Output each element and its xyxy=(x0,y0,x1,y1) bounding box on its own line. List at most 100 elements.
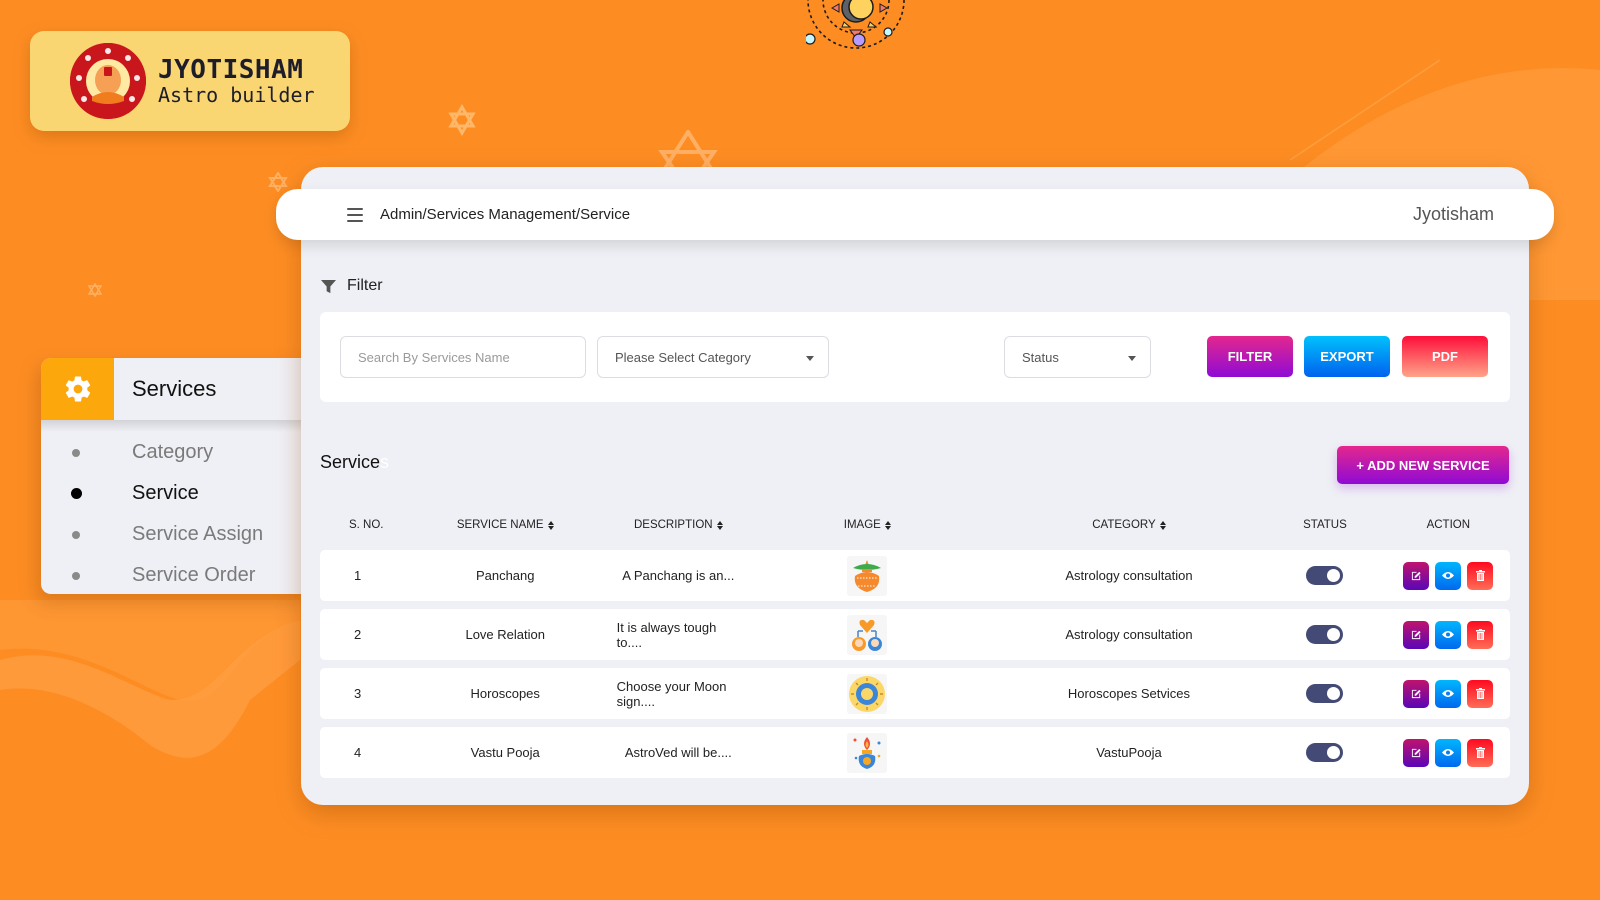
top-bar: Admin/Services Management/Service Jyotis… xyxy=(276,189,1554,240)
eye-icon xyxy=(1442,572,1455,579)
bullet-icon xyxy=(72,530,80,539)
edit-button[interactable] xyxy=(1403,679,1430,708)
trash-icon xyxy=(1475,570,1485,581)
user-name[interactable]: Jyotisham xyxy=(1413,204,1494,225)
column-header-action: ACTION xyxy=(1426,519,1471,531)
add-new-service-button[interactable]: + ADD NEW SERVICE xyxy=(1337,446,1509,484)
column-header-sno: S. NO. xyxy=(349,519,384,531)
cell-category: Astrology consultation xyxy=(1065,627,1193,642)
star-decoration xyxy=(88,283,102,297)
category-select[interactable]: Please Select Category xyxy=(597,336,829,378)
sidebar-item-label: Service Assign xyxy=(132,523,264,545)
status-toggle[interactable] xyxy=(1306,743,1344,762)
eye-icon xyxy=(1442,749,1455,756)
view-button[interactable] xyxy=(1435,620,1462,649)
column-header-description[interactable]: DESCRIPTION xyxy=(617,519,740,531)
cell-sno: 1 xyxy=(354,568,362,583)
table-row: 1 Panchang A Panchang is an... Astrology… xyxy=(320,550,1510,601)
filter-button[interactable]: FILTER xyxy=(1207,336,1293,377)
trash-icon xyxy=(1475,629,1485,640)
couple-heart-image xyxy=(847,614,888,655)
status-toggle[interactable] xyxy=(1306,566,1344,585)
view-button[interactable] xyxy=(1435,561,1462,590)
services-table: S. NO. SERVICE NAME DESCRIPTION IMAGE CA… xyxy=(320,508,1510,778)
star-of-david-decoration xyxy=(268,172,288,192)
cell-service-name: Horoscopes xyxy=(470,686,540,701)
sidebar-item-service-order[interactable]: Service Order xyxy=(41,555,313,594)
trash-icon xyxy=(1475,747,1485,758)
sort-icon[interactable] xyxy=(547,520,554,530)
cell-description: Choose your Moon sign.... xyxy=(616,678,727,709)
edit-button[interactable] xyxy=(1403,561,1430,590)
bullet-icon xyxy=(72,448,80,457)
filter-heading: Filter xyxy=(321,277,383,295)
sidebar: Services Category Service Service Assign… xyxy=(41,358,313,594)
filter-heading-label: Filter xyxy=(347,277,383,294)
sort-icon[interactable] xyxy=(716,520,723,530)
sidebar-item-label: Service Order xyxy=(132,564,256,586)
edit-icon xyxy=(1411,748,1421,758)
trash-icon xyxy=(1475,688,1485,699)
brand-title: JYOTISHAM xyxy=(158,55,304,85)
sidebar-item-service[interactable]: Service xyxy=(41,473,313,514)
star-of-david-decoration xyxy=(448,104,476,136)
star-of-david-decoration xyxy=(658,130,718,170)
zodiac-wheel-image xyxy=(847,673,888,714)
cell-sno: 4 xyxy=(354,745,362,760)
edit-button[interactable] xyxy=(1403,620,1430,649)
cell-category: Horoscopes Setvices xyxy=(1067,686,1191,701)
filter-box: Please Select Category Status FILTER EXP… xyxy=(320,312,1510,402)
status-select[interactable]: Status xyxy=(1004,336,1151,378)
caret-down-icon xyxy=(806,356,814,361)
export-button[interactable]: EXPORT xyxy=(1304,336,1390,377)
column-header-category[interactable]: CATEGORY xyxy=(995,519,1264,531)
sun-moon-decoration xyxy=(806,0,905,49)
cell-description: It is always tough to.... xyxy=(616,619,717,650)
cell-description: A Panchang is an... xyxy=(622,568,735,583)
cell-service-name: Panchang xyxy=(475,568,535,583)
cell-service-name: Love Relation xyxy=(465,627,545,642)
sidebar-item-service-assign[interactable]: Service Assign xyxy=(41,514,313,555)
column-header-image[interactable]: IMAGE xyxy=(740,519,995,531)
edit-icon xyxy=(1411,689,1421,699)
eye-icon xyxy=(1442,690,1455,697)
delete-button[interactable] xyxy=(1467,620,1494,649)
sidebar-item-category[interactable]: Category xyxy=(41,432,313,473)
kalash-pot-image xyxy=(847,555,888,596)
brand-logo-card[interactable]: JYOTISHAM Astro builder xyxy=(30,31,350,131)
view-button[interactable] xyxy=(1435,738,1462,767)
sidebar-submenu: Category Service Service Assign Service … xyxy=(41,420,313,594)
pdf-button[interactable]: PDF xyxy=(1402,336,1488,377)
cell-description: AstroVed will be.... xyxy=(624,745,732,760)
hamburger-icon[interactable] xyxy=(347,207,363,222)
sort-icon[interactable] xyxy=(884,520,891,530)
gear-icon xyxy=(41,358,114,420)
bullet-icon xyxy=(71,488,82,499)
status-toggle[interactable] xyxy=(1306,684,1344,703)
delete-button[interactable] xyxy=(1467,561,1494,590)
funnel-icon xyxy=(321,279,336,293)
delete-button[interactable] xyxy=(1467,679,1494,708)
sort-icon[interactable] xyxy=(1159,520,1166,530)
view-button[interactable] xyxy=(1435,679,1462,708)
search-input-wrapper xyxy=(340,336,586,378)
sidebar-section-label: Services xyxy=(132,376,217,401)
services-section-title: Services xyxy=(320,452,389,473)
sidebar-item-label: Category xyxy=(132,441,214,463)
delete-button[interactable] xyxy=(1467,738,1494,767)
breadcrumb: Admin/Services Management/Service xyxy=(380,206,631,223)
pooja-kalash-image xyxy=(847,732,888,773)
column-header-service-name[interactable]: SERVICE NAME xyxy=(394,519,617,531)
search-input[interactable] xyxy=(358,349,585,365)
table-row: 3 Horoscopes Choose your Moon sign.... H… xyxy=(320,668,1510,719)
services-title-suffix: s xyxy=(380,452,390,472)
sidebar-section-services[interactable]: Services xyxy=(41,358,313,432)
status-select-value: Status xyxy=(1022,349,1059,365)
astrologer-emblem-icon xyxy=(70,43,146,119)
sidebar-item-label: Service xyxy=(132,482,199,504)
status-toggle[interactable] xyxy=(1306,625,1344,644)
edit-icon xyxy=(1411,571,1421,581)
cell-category: Astrology consultation xyxy=(1065,568,1193,583)
edit-button[interactable] xyxy=(1403,738,1430,767)
bullet-icon xyxy=(72,571,80,580)
